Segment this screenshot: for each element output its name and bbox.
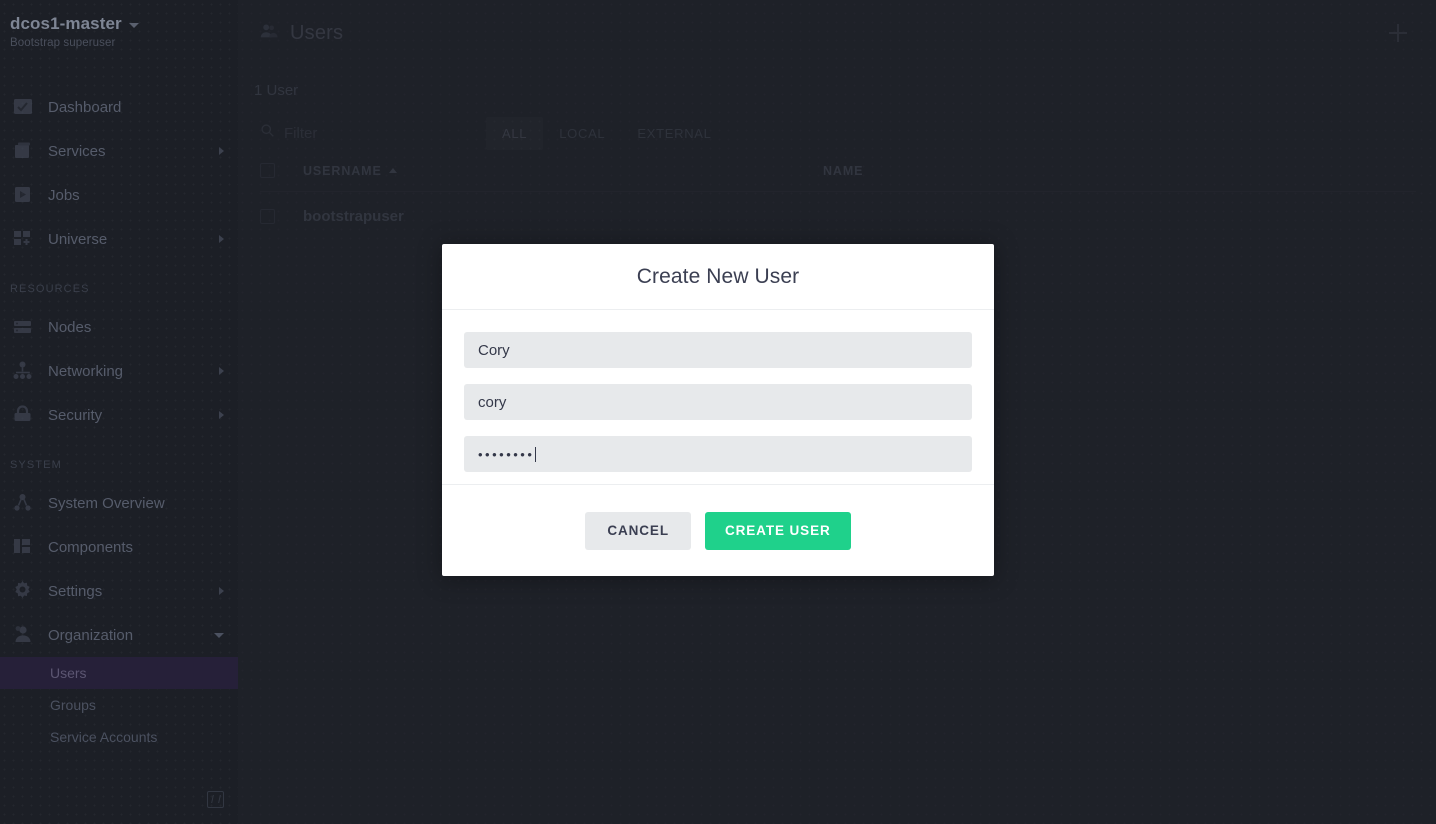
password-value: •••••••• <box>478 446 535 462</box>
create-user-modal: Create New User Cory cory •••••••• CANCE… <box>442 244 994 576</box>
full-name-value: Cory <box>478 341 510 359</box>
cancel-button[interactable]: CANCEL <box>585 511 691 550</box>
app-root: dcos1-master Bootstrap superuser Dashboa… <box>0 0 1436 824</box>
modal-body: Cory cory •••••••• <box>442 310 994 484</box>
username-value: cory <box>478 393 507 411</box>
modal-overlay: Create New User Cory cory •••••••• CANCE… <box>0 0 1436 824</box>
username-field[interactable]: cory <box>464 384 972 420</box>
full-name-field[interactable]: Cory <box>464 332 972 368</box>
text-cursor <box>535 446 537 462</box>
password-field[interactable]: •••••••• <box>464 436 972 472</box>
create-user-button[interactable]: CREATE USER <box>704 511 851 550</box>
modal-header: Create New User <box>442 244 994 310</box>
modal-footer: CANCEL CREATE USER <box>442 484 994 576</box>
modal-title: Create New User <box>636 264 800 288</box>
